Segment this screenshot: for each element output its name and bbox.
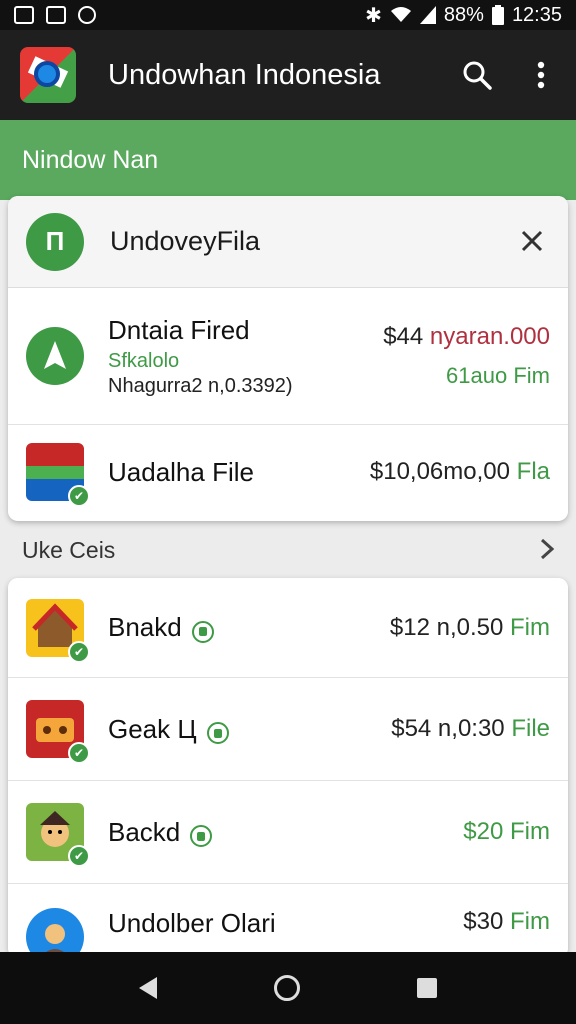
recent-apps-button[interactable] <box>417 978 438 998</box>
row-price-secondary: 61auo Fim <box>446 363 550 388</box>
game-app-icon: ✔ <box>26 700 90 764</box>
card-title: UndoveyFila <box>110 226 261 256</box>
home-button[interactable] <box>273 975 300 1001</box>
section-more-button[interactable] <box>540 536 555 567</box>
list-item[interactable]: ✔ Backd $20 Fim <box>8 781 568 884</box>
price-value: $54 n,0:30 <box>391 715 505 742</box>
section-title: Uke Ceis <box>22 537 116 563</box>
row-price: $10,06mo,00 Fla <box>370 458 550 486</box>
price-value: $20 <box>463 818 504 845</box>
battery-icon <box>491 5 504 25</box>
character-app-icon: ✔ <box>26 803 90 867</box>
system-nav-bar <box>0 952 576 1024</box>
app-notification-icon <box>78 6 96 24</box>
featured-card: П UndoveyFila Dntaia Fired Sfkalolo Nhag… <box>8 196 568 521</box>
section-banner: Nindow Nan <box>0 120 576 200</box>
signal-icon <box>419 6 436 24</box>
row-name: Uadalha File <box>108 456 254 487</box>
price-unit: Fim <box>510 908 550 935</box>
installed-check-icon: ✔ <box>68 640 90 663</box>
navigation-arrow-icon <box>26 327 84 385</box>
chevron-right-icon <box>540 538 555 560</box>
back-button[interactable] <box>138 977 157 999</box>
price-unit: Fim <box>510 613 550 641</box>
avatar-app-icon <box>26 908 84 958</box>
close-button[interactable] <box>514 223 550 260</box>
price-value: $10,06mo,00 <box>369 458 510 485</box>
price-value: $30 <box>463 908 504 935</box>
overflow-menu-button[interactable] <box>526 58 556 92</box>
bluetooth-icon: ✱ <box>365 4 382 27</box>
battery-percent: 88% <box>443 3 484 26</box>
app-price: $54 n,0:30 File <box>391 715 550 743</box>
price-value: $12 n,0.50 <box>389 613 504 641</box>
status-bar: ✱ 88% 12:35 <box>0 0 576 30</box>
app-price: $12 n,0.50 Fim <box>390 614 550 642</box>
row-subtitle: Sfkalolo <box>108 349 180 372</box>
lock-icon <box>191 620 214 643</box>
image-notification-icon <box>14 6 34 24</box>
price-unit: File <box>511 715 550 742</box>
app-title: Undowhan Indonesia <box>108 58 381 91</box>
list-item[interactable]: Undolber Olari $30 Fim <box>8 884 568 958</box>
app-list: ✔ Bnakd $12 n,0.50 Fim ✔ Geak Ц $54 n,0:… <box>8 578 568 958</box>
price-accent: nyaran.000 <box>429 323 550 350</box>
wifi-icon <box>390 7 411 22</box>
app-name: Backd <box>108 816 181 847</box>
app-logo <box>20 47 76 103</box>
app-name: Bnakd <box>108 612 182 642</box>
house-app-icon: ✔ <box>26 598 90 663</box>
price-value: $44 <box>383 323 424 350</box>
landscape-app-icon: ✔ <box>26 443 90 507</box>
installed-check-icon: ✔ <box>68 845 90 867</box>
lock-icon <box>190 825 213 848</box>
list-item[interactable]: ✔ Bnakd $12 n,0.50 Fim <box>8 578 568 678</box>
app-bar: Undowhan Indonesia <box>0 30 576 120</box>
installed-check-icon: ✔ <box>68 485 90 507</box>
list-item[interactable]: ✔ Geak Ц $54 n,0:30 File <box>8 678 568 781</box>
app-price: $20 Fim <box>463 818 550 846</box>
more-vert-icon <box>537 61 545 89</box>
row-detail: Nhagurra2 n,0.3392) <box>108 374 293 397</box>
search-button[interactable] <box>462 58 492 92</box>
search-icon <box>463 61 492 90</box>
row-price: $44 nyaran.000 <box>383 323 550 351</box>
app-name: Geak Ц <box>108 713 197 744</box>
card-header: П UndoveyFila <box>8 196 568 288</box>
row-name: Dntaia Fired <box>108 314 250 345</box>
price-unit: Fla <box>516 458 550 485</box>
app-price: $30 Fim <box>463 908 550 936</box>
app-name: Undolber Olari <box>108 908 276 938</box>
clock: 12:35 <box>511 3 562 26</box>
featured-row[interactable]: ✔ Uadalha File $10,06mo,00 Fla <box>8 425 568 519</box>
close-icon <box>521 230 543 252</box>
installed-check-icon: ✔ <box>68 742 90 764</box>
lock-icon <box>206 722 229 745</box>
gallery-notification-icon <box>46 6 66 24</box>
featured-row[interactable]: Dntaia Fired Sfkalolo Nhagurra2 n,0.3392… <box>8 288 568 425</box>
price-unit: Fim <box>510 818 550 845</box>
header-badge-icon: П <box>26 212 84 271</box>
